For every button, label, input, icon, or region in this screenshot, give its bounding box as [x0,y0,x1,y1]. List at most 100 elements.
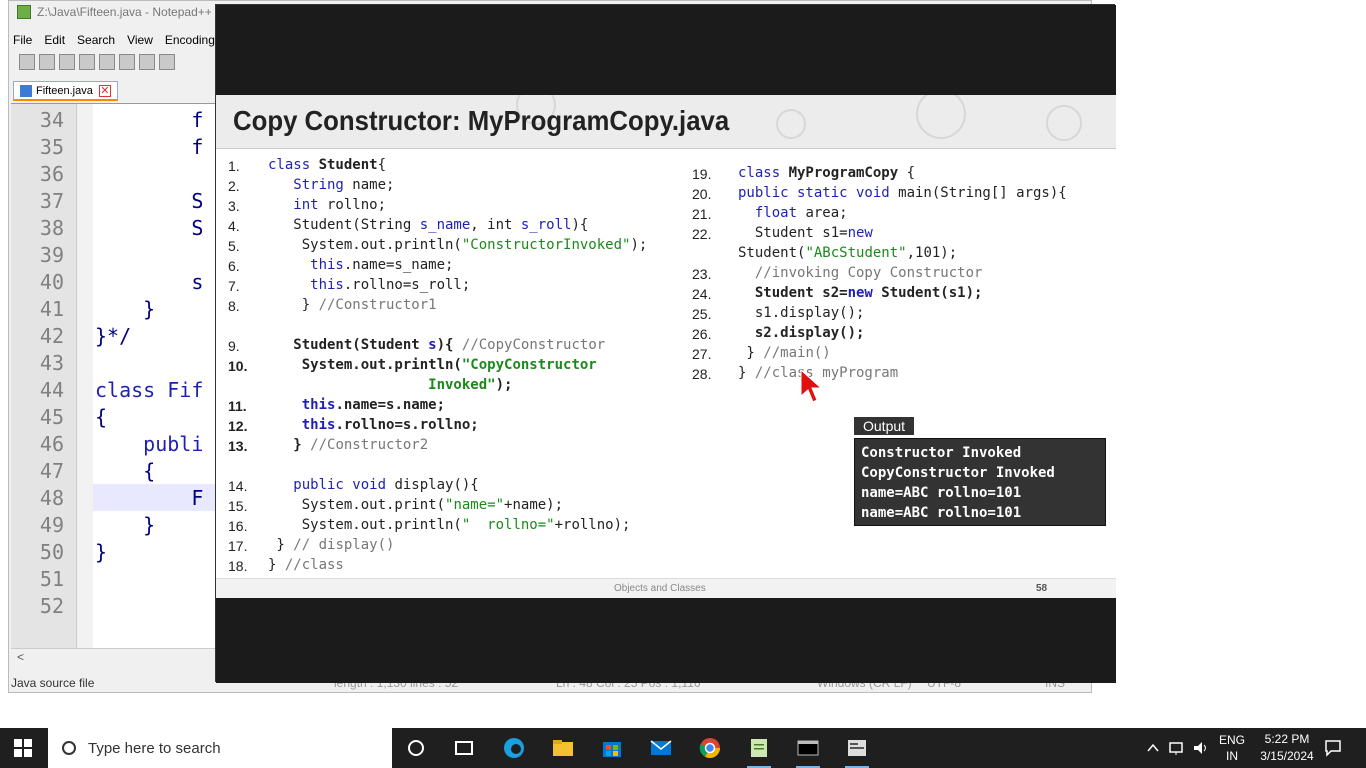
code-token: Invoked" [268,377,496,393]
slide-code-line: float area; [738,205,848,221]
slide-line-number: 13. [228,438,248,454]
doodle-decoration [776,109,806,139]
store-icon[interactable] [600,736,624,760]
code-token: //CopyConstructor [461,337,606,353]
presentation-viewer-icon[interactable] [845,736,869,760]
code-line: } [95,513,156,537]
code-token: new [847,225,873,241]
tab-fifteen-java[interactable]: Fifteen.java ✕ [13,81,118,101]
menu-encoding[interactable]: Encoding [165,33,215,47]
code-line: class Fif [95,378,204,402]
code-token: System.out.println( [268,237,462,253]
save-all-icon[interactable] [79,54,95,70]
edge-icon[interactable] [502,736,526,760]
save-icon[interactable] [59,54,75,70]
output-label: Output [854,417,915,435]
code-token: main(String[] args){ [889,185,1067,201]
slide-line-number: 22. [692,226,712,242]
code-token: Student( [738,245,806,261]
slide-code-line: s1.display(); [738,305,865,321]
slide-code-line: class Student{ [268,157,386,173]
code-token: name; [343,177,395,193]
code-token: System.out.println( [268,357,462,373]
code-token: //Constructor2 [310,437,429,453]
mail-icon[interactable] [649,736,673,760]
code-line: f [95,135,204,159]
code-token: "ConstructorInvoked" [461,237,631,253]
close-all-icon[interactable] [119,54,135,70]
slide-line-number: 25. [692,306,712,322]
open-file-icon[interactable] [39,54,55,70]
code-token: class [738,165,789,181]
code-token: Student s1= [738,225,848,241]
slide-code-line: Student("ABcStudent",101); [738,245,957,261]
slide-line-number: 6. [228,258,240,274]
slide-line-number: 11. [228,398,247,414]
menu-file[interactable]: File [13,33,32,47]
code-token: } [738,365,755,381]
region-indicator[interactable]: IN [1226,749,1238,763]
slide-code-line: Student(String s_name, int s_roll){ [268,217,588,233]
code-token: //class [284,557,344,573]
chrome-icon[interactable] [698,736,722,760]
file-explorer-icon[interactable] [551,736,575,760]
cut-icon[interactable] [159,54,175,70]
code-token: this [268,417,336,433]
menu-search[interactable]: Search [77,33,115,47]
code-token: .rollno=s_roll; [343,277,471,293]
language-indicator[interactable]: ENG [1219,733,1245,747]
line-number: 52 [39,594,64,618]
window-title-text: Z:\Java\Fifteen.java - Notepad++ [37,5,212,19]
chevron-up-icon[interactable] [1146,741,1160,755]
close-tab-icon[interactable]: ✕ [98,84,111,97]
menu-edit[interactable]: Edit [44,33,65,47]
code-line: { [95,459,156,483]
taskbar-search[interactable]: Type here to search [48,728,392,768]
command-prompt-icon[interactable] [796,736,820,760]
new-file-icon[interactable] [19,54,35,70]
menu-view[interactable]: View [127,33,153,47]
print-icon[interactable] [139,54,155,70]
code-token: float [738,205,798,221]
slide-code-line: } //class [268,557,344,573]
task-view-icon[interactable] [452,736,476,760]
code-token: //invoking Copy Constructor [738,265,983,281]
volume-icon[interactable] [1192,740,1210,756]
code-token: Student [318,157,378,173]
scroll-left-icon[interactable]: < [17,650,24,664]
slide-code-line: public static void main(String[] args){ [738,185,1067,201]
slide-code-line: String name; [268,177,394,193]
slide-code-line: this.rollno=s.rollno; [268,417,479,433]
cortana-icon[interactable] [404,736,428,760]
code-token: //Constructor1 [318,297,437,313]
slide-line-number: 27. [692,346,712,362]
line-number: 45 [39,405,64,429]
clock-time[interactable]: 5:22 PM [1259,732,1315,746]
windows-start-icon[interactable] [14,739,32,757]
code-token: this [268,277,344,293]
slide-code-line: Invoked"); [268,377,512,393]
toolbar [19,54,175,70]
code-token: .name=s_name; [343,257,454,273]
notepadpp-taskbar-icon[interactable] [747,736,771,760]
close-icon[interactable] [99,54,115,70]
notifications-icon[interactable] [1324,739,1342,757]
slide-code-line: this.name=s_name; [268,257,453,273]
slide-code-line: int rollno; [268,197,386,213]
slide-line-number: 14. [228,478,248,494]
code-token: "CopyConstructor [461,357,597,373]
line-number: 38 [39,216,64,240]
code-token: //main() [763,345,831,361]
output-line: Constructor Invoked [861,445,1022,461]
network-icon[interactable] [1168,740,1186,756]
slide-line-number: 19. [692,166,712,182]
code-token: "ABcStudent" [805,245,907,261]
clock-date[interactable]: 3/15/2024 [1256,749,1318,763]
code-token: ){ [571,217,589,233]
code-token: public void [268,477,387,493]
code-line: S [95,216,204,240]
code-token: rollno; [318,197,387,213]
code-token: public static void [738,185,890,201]
code-token: +rollno); [554,517,631,533]
code-token: .rollno=s.rollno; [335,417,479,433]
